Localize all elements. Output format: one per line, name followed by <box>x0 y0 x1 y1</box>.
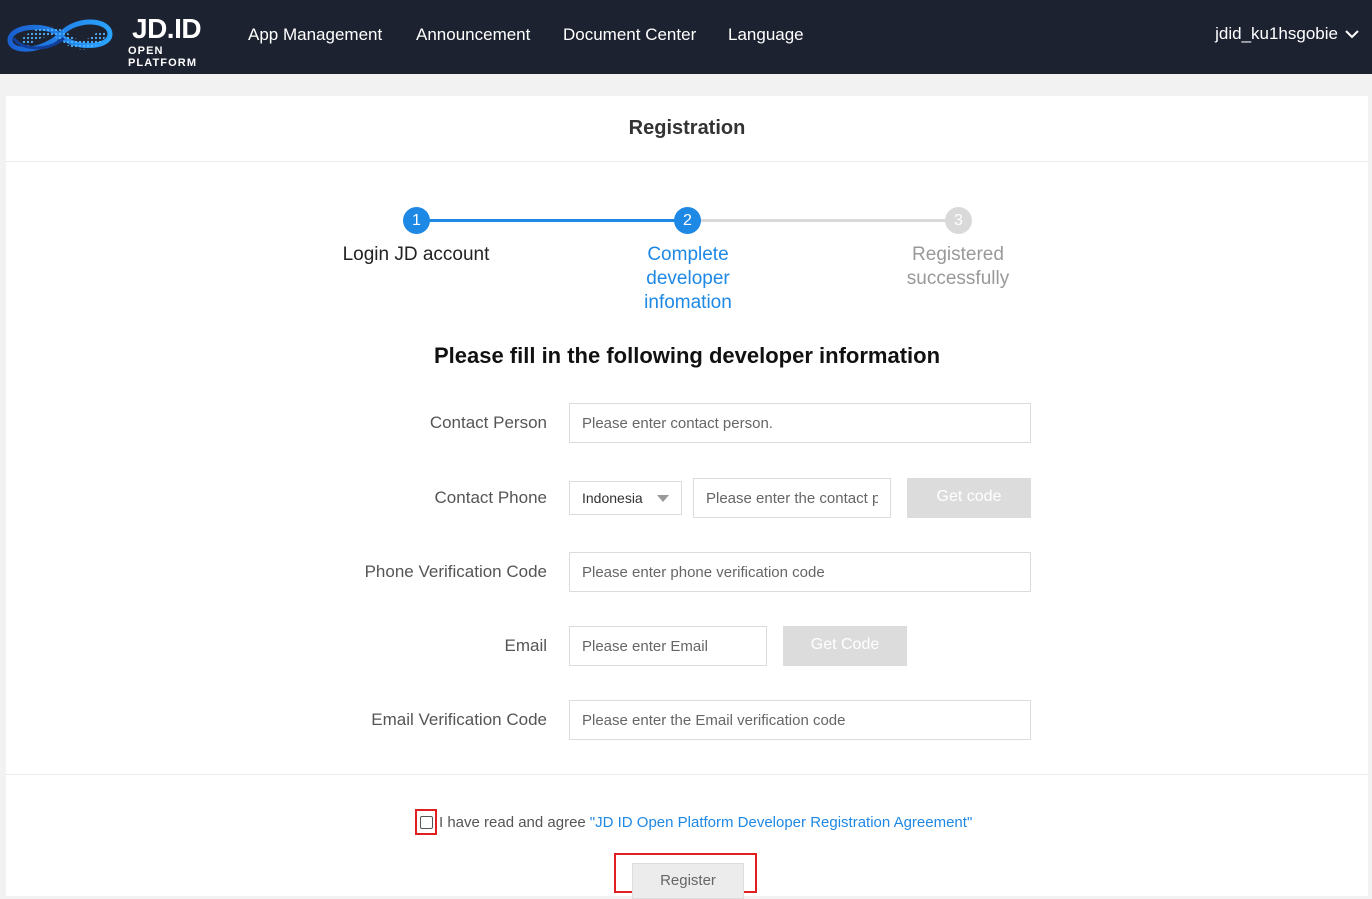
country-select-value: Indonesia <box>582 490 643 506</box>
divider <box>6 774 1368 775</box>
agreement-link[interactable]: "JD ID Open Platform Developer Registrat… <box>590 814 973 831</box>
country-select[interactable]: Indonesia <box>569 481 682 515</box>
agreement-row: I have read and agree "JD ID Open Platfo… <box>415 808 972 836</box>
email-code-input[interactable] <box>569 700 1031 740</box>
caret-down-icon <box>657 495 669 502</box>
nav-document-center[interactable]: Document Center <box>563 24 696 46</box>
nav-language[interactable]: Language <box>728 24 804 46</box>
page-title: Registration <box>6 96 1368 162</box>
agreement-text: I have read and agree <box>439 813 586 831</box>
step-2-label: Complete developer infomation <box>644 244 732 313</box>
chevron-down-icon <box>1345 30 1359 39</box>
step-1-circle: 1 <box>403 207 430 234</box>
contact-phone-input[interactable] <box>693 478 891 518</box>
nav-announcement[interactable]: Announcement <box>416 24 530 46</box>
step-1-label: Login JD account <box>342 244 490 265</box>
agreement-checkbox[interactable] <box>419 815 433 829</box>
registration-card: Registration 1 2 3 Login JD account Comp… <box>6 96 1368 899</box>
logo-subtitle: OPEN PLATFORM <box>128 45 198 69</box>
step-2-circle: 2 <box>674 207 701 234</box>
top-navbar: JD.ID OPEN PLATFORM App Management Annou… <box>0 0 1372 74</box>
infinity-logo-icon <box>7 19 113 52</box>
logo-title: JD.ID <box>132 13 202 44</box>
get-email-code-button[interactable]: Get Code <box>783 626 907 666</box>
step-3-circle: 3 <box>945 207 972 234</box>
email-input[interactable] <box>569 626 767 666</box>
get-phone-code-button[interactable]: Get code <box>907 478 1031 518</box>
step-3-label: Registered successfully <box>906 244 1010 289</box>
register-button-highlight: Register <box>614 853 757 899</box>
step-line-1 <box>416 219 688 222</box>
contact-person-input[interactable] <box>569 403 1031 443</box>
phone-code-input[interactable] <box>569 552 1031 592</box>
contact-person-label: Contact Person <box>429 413 547 432</box>
email-label: Email <box>504 636 547 655</box>
contact-phone-label: Contact Phone <box>434 488 547 507</box>
user-menu[interactable]: jdid_ku1hsgobie <box>1215 23 1360 45</box>
jdid-logo[interactable]: JD.ID OPEN PLATFORM <box>6 8 234 69</box>
step-line-2 <box>688 219 960 222</box>
register-button[interactable]: Register <box>632 863 744 899</box>
agreement-checkbox-highlight <box>415 809 437 835</box>
form-heading: Please fill in the following developer i… <box>433 343 941 368</box>
email-code-label: Email Verification Code <box>371 710 547 729</box>
username: jdid_ku1hsgobie <box>1215 24 1338 43</box>
phone-code-label: Phone Verification Code <box>364 562 547 581</box>
nav-app-management[interactable]: App Management <box>248 24 382 46</box>
